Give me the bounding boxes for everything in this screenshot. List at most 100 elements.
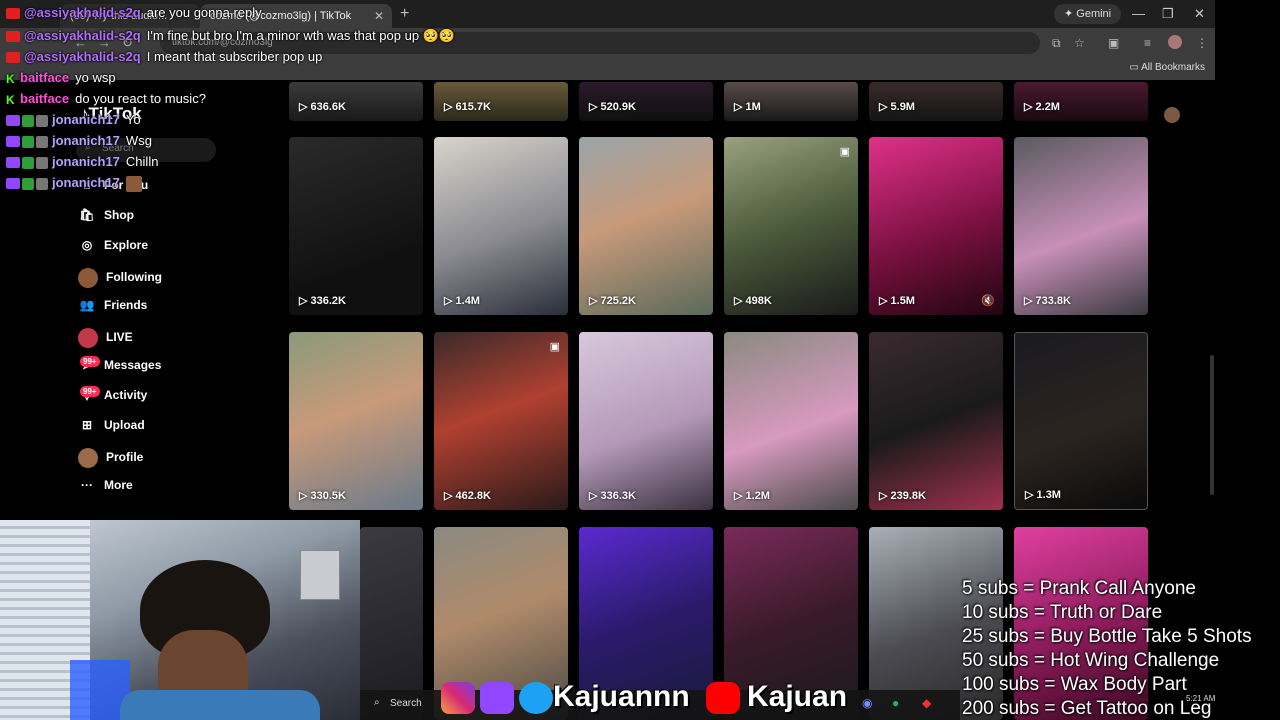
kick-icon: K bbox=[6, 71, 15, 86]
all-bookmarks-button[interactable]: ▭ All Bookmarks bbox=[1129, 62, 1205, 73]
profile-avatar-icon[interactable] bbox=[1168, 35, 1182, 49]
nav-shop[interactable]: 🛍 Shop bbox=[78, 208, 134, 230]
subs-goal-line: 5 subs = Prank Call Anyone bbox=[962, 578, 1196, 599]
menu-kebab-icon[interactable]: ⋮ bbox=[1196, 36, 1208, 50]
play-icon: ▷ bbox=[589, 101, 601, 113]
person-shirt bbox=[120, 690, 320, 720]
view-count-value: 239.8K bbox=[890, 490, 926, 502]
video-thumbnail[interactable]: ▷ 1.4M bbox=[434, 137, 568, 315]
video-thumbnail[interactable]: ▷ 1.3M bbox=[1014, 332, 1148, 510]
gemini-label: Gemini bbox=[1076, 8, 1112, 20]
nav-label: Messages bbox=[104, 358, 162, 372]
more-icon: ··· bbox=[81, 478, 93, 492]
play-icon: ▷ bbox=[1024, 295, 1036, 307]
verified-badge-icon bbox=[22, 156, 34, 169]
video-thumbnail[interactable]: ▷ 336.3K bbox=[579, 332, 713, 510]
messages-badge: 99+ bbox=[80, 356, 100, 367]
youtube-icon bbox=[6, 8, 20, 20]
taskbar-search[interactable]: ⌕ Search bbox=[368, 692, 438, 716]
nav-label: Profile bbox=[106, 450, 144, 465]
verified-badge-icon bbox=[22, 114, 34, 127]
search-icon: ⌕ bbox=[374, 697, 380, 708]
video-thumbnail[interactable]: ▷ 615.7K bbox=[434, 82, 568, 121]
video-thumbnail[interactable]: ▷ 725.2K bbox=[579, 137, 713, 315]
nav-label: More bbox=[104, 478, 133, 492]
sub-badge-icon bbox=[36, 114, 48, 127]
view-count: ▷ 336.2K bbox=[299, 294, 346, 307]
play-icon: ▷ bbox=[299, 295, 311, 307]
cast-icon[interactable]: ⧉ bbox=[1052, 36, 1061, 51]
user-avatar-icon[interactable] bbox=[1164, 107, 1180, 123]
screen: (30) Try this audio... cozmo (@cozmo3lg)… bbox=[0, 0, 1280, 720]
view-count: ▷ 733.8K bbox=[1024, 294, 1071, 307]
nav-friends[interactable]: 👥 Friends bbox=[78, 298, 148, 320]
discord-icon[interactable]: ◉ bbox=[862, 696, 872, 710]
video-thumbnail[interactable]: ▣ ▷ 462.8K bbox=[434, 332, 568, 510]
nav-following[interactable]: Following bbox=[78, 268, 162, 290]
view-count: ▷ 520.9K bbox=[589, 100, 636, 113]
chat-message: Kbaitface do you react to music? bbox=[6, 91, 206, 107]
verified-badge-icon bbox=[22, 135, 34, 148]
play-icon: ▷ bbox=[299, 490, 311, 502]
close-tab-icon[interactable]: ✕ bbox=[374, 9, 384, 23]
nav-profile[interactable]: Profile bbox=[78, 448, 143, 470]
video-thumbnail[interactable]: ▣ ▷ 498K bbox=[724, 137, 858, 315]
view-count-value: 733.8K bbox=[1035, 295, 1071, 307]
play-icon: ▷ bbox=[734, 490, 746, 502]
chat-message: jonanich17 Chilln bbox=[6, 154, 158, 169]
video-thumbnail[interactable]: ▷ 2.2M bbox=[1014, 82, 1148, 121]
video-thumbnail[interactable]: ▷ 1M bbox=[724, 82, 858, 121]
view-count: ▷ 239.8K bbox=[879, 489, 926, 502]
maximize-icon[interactable]: ❐ bbox=[1162, 6, 1174, 22]
window-close-icon[interactable]: ✕ bbox=[1194, 6, 1205, 22]
video-thumbnail[interactable]: ▷ 5.9M bbox=[869, 82, 1003, 121]
spotify-icon[interactable]: ● bbox=[892, 696, 899, 710]
nav-upload[interactable]: ⊞ Upload bbox=[78, 418, 145, 440]
view-count: ▷ 2.2M bbox=[1024, 100, 1060, 113]
video-thumbnail[interactable]: ▷ 520.9K bbox=[579, 82, 713, 121]
view-count-value: 330.5K bbox=[310, 490, 346, 502]
tab-search-icon[interactable]: ≡ bbox=[1144, 36, 1151, 50]
nav-live[interactable]: LIVE bbox=[78, 328, 133, 350]
view-count-value: 1.5M bbox=[890, 295, 915, 307]
shelf-item bbox=[300, 550, 340, 600]
view-count-value: 5.9M bbox=[890, 101, 915, 113]
twitch-icon bbox=[6, 115, 20, 127]
chat-message: jonanich17 Wsg bbox=[6, 133, 152, 148]
kick-icon: K bbox=[6, 92, 15, 107]
gemini-button[interactable]: ✦ Gemini bbox=[1054, 4, 1122, 24]
nav-label: Shop bbox=[104, 208, 134, 222]
view-count-value: 1.3M bbox=[1036, 489, 1061, 501]
subs-goal-line: 200 subs = Get Tattoo on Leg bbox=[962, 698, 1212, 719]
video-thumbnail[interactable]: ▷ 636.6K bbox=[289, 82, 423, 121]
scrollbar[interactable] bbox=[1210, 355, 1214, 495]
video-thumbnail[interactable]: ▷ 330.5K bbox=[289, 332, 423, 510]
bookmark-star-icon[interactable]: ☆ bbox=[1074, 36, 1085, 50]
minimize-icon[interactable]: — bbox=[1132, 6, 1145, 21]
video-thumbnail[interactable]: ▷ 336.2K bbox=[289, 137, 423, 315]
photo-icon: ▣ bbox=[549, 341, 560, 353]
youtube-icon bbox=[6, 31, 20, 43]
webcam-feed bbox=[0, 520, 360, 720]
new-tab-icon[interactable]: + bbox=[400, 5, 409, 23]
app-icon[interactable]: ◆ bbox=[922, 696, 931, 710]
view-count: ▷ 5.9M bbox=[879, 100, 915, 113]
nav-label: LIVE bbox=[106, 330, 133, 345]
chat-username: jonanich17 bbox=[52, 112, 120, 127]
extensions-icon[interactable]: ▣ bbox=[1108, 36, 1119, 50]
view-count-value: 336.3K bbox=[600, 490, 636, 502]
verified-badge-icon bbox=[22, 177, 34, 190]
chat-text: Wsg bbox=[125, 133, 152, 148]
nav-explore[interactable]: ◎ Explore bbox=[78, 238, 148, 260]
view-count-value: 520.9K bbox=[600, 101, 636, 113]
nav-more[interactable]: ··· More bbox=[78, 478, 133, 500]
mute-icon[interactable]: 🔇 bbox=[981, 294, 995, 307]
sub-badge-icon bbox=[36, 177, 48, 190]
chat-username: baitface bbox=[20, 70, 70, 85]
video-thumbnail[interactable]: ▷ 1.2M bbox=[724, 332, 858, 510]
video-thumbnail[interactable]: ▷ 239.8K bbox=[869, 332, 1003, 510]
video-thumbnail[interactable]: 🔇 ▷ 1.5M bbox=[869, 137, 1003, 315]
video-thumbnail[interactable]: ▷ 733.8K bbox=[1014, 137, 1148, 315]
view-count: ▷ 1.3M bbox=[1025, 488, 1061, 501]
play-icon: ▷ bbox=[1025, 489, 1037, 501]
